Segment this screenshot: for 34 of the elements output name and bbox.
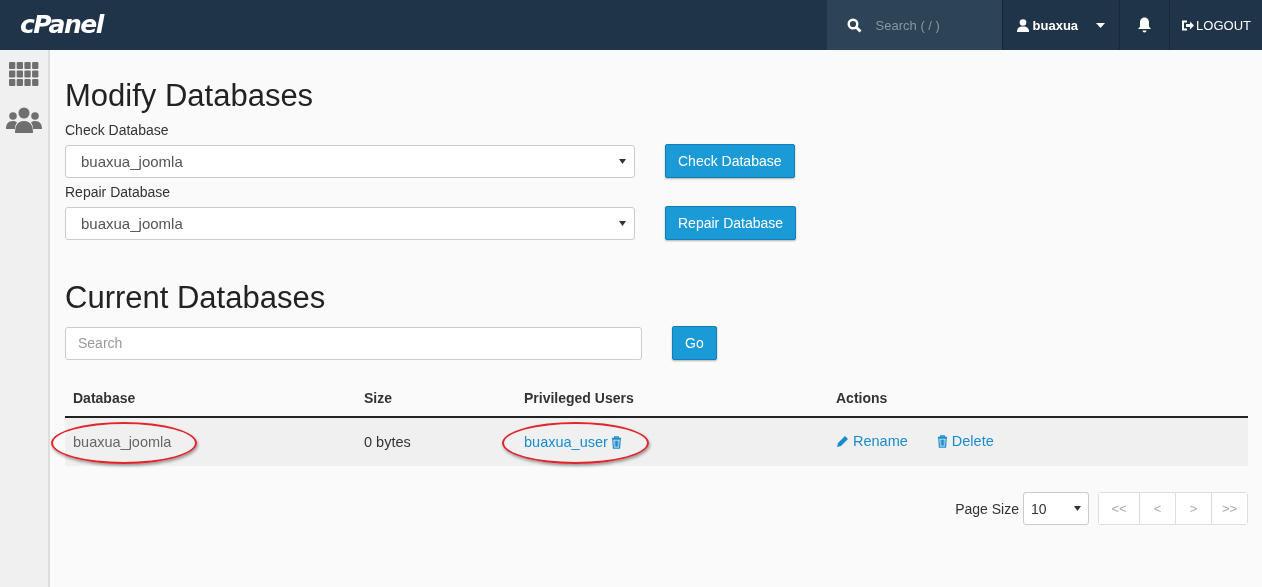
- field-label: Repair Database: [65, 184, 172, 200]
- caret-icon: [1096, 22, 1106, 28]
- rename-link[interactable]: Rename: [836, 433, 908, 449]
- section-title: Current Databases: [65, 280, 327, 316]
- logout-button[interactable]: LOGOUT: [1170, 0, 1262, 50]
- go-button[interactable]: Go: [672, 326, 717, 360]
- trash-icon[interactable]: [609, 435, 623, 449]
- action-button[interactable]: Repair Database: [665, 206, 797, 240]
- user-link[interactable]: buaxua_user: [524, 434, 608, 450]
- pencil-icon: [836, 434, 850, 448]
- users-icon[interactable]: [6, 107, 42, 133]
- action-button[interactable]: Check Database: [665, 144, 795, 178]
- database-select[interactable]: buaxua_joomla: [65, 144, 635, 178]
- caret-icon: [1074, 506, 1081, 511]
- table-cell: 0 bytes: [356, 417, 516, 466]
- cpanel-logo[interactable]: cPanel: [0, 0, 103, 50]
- database-name: buaxua_joomla: [73, 434, 172, 450]
- page-size-select[interactable]: 10: [1023, 492, 1089, 525]
- database-select[interactable]: buaxua_joomla: [65, 206, 635, 240]
- user-menu[interactable]: buaxua: [1002, 0, 1121, 50]
- caret-icon: [619, 220, 626, 226]
- page-title: Modify Databases: [65, 78, 315, 114]
- bell-icon[interactable]: [1137, 17, 1153, 33]
- search-icon: [846, 17, 862, 33]
- search-field[interactable]: Search: [65, 326, 642, 360]
- page-size-label: Page Size: [955, 500, 1019, 517]
- delete-link[interactable]: Delete: [935, 433, 994, 449]
- caret-icon: [619, 158, 626, 164]
- trash-icon: [935, 434, 949, 448]
- logout-icon: [1181, 19, 1195, 31]
- search-field[interactable]: Search ( / ): [873, 16, 988, 34]
- field-label: Check Database: [65, 122, 170, 138]
- grid-icon[interactable]: [9, 62, 39, 87]
- user-icon: [1016, 18, 1029, 32]
